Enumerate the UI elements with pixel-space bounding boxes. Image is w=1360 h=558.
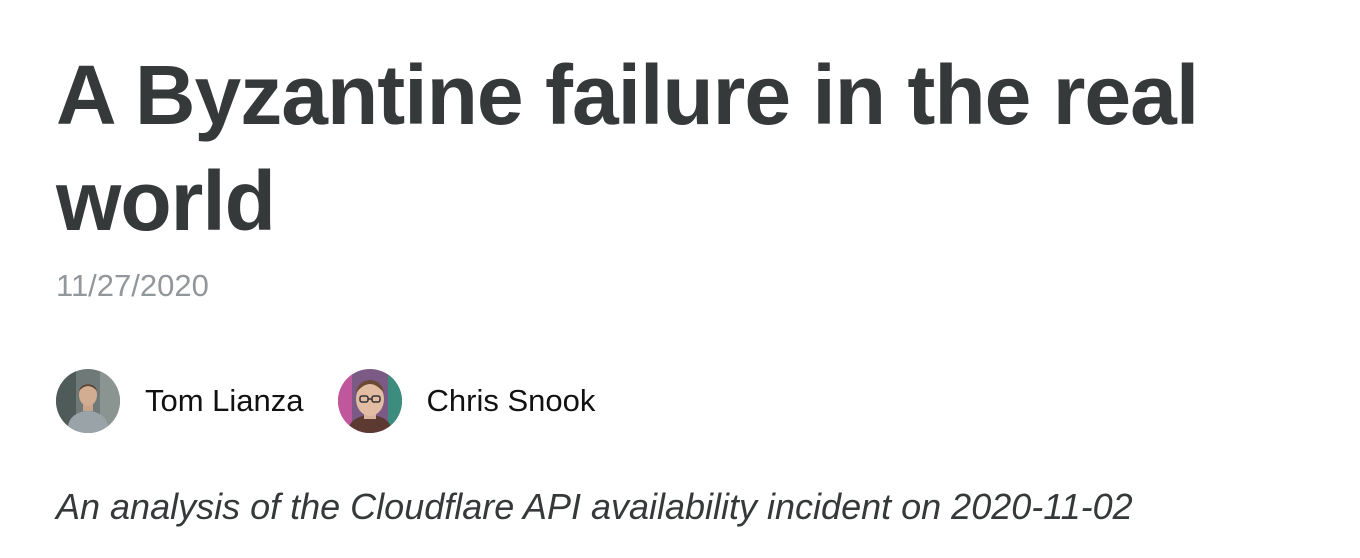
article-header: A Byzantine failure in the real world 11…: [56, 0, 1346, 527]
author-avatar-tom-lianza[interactable]: [56, 369, 120, 433]
author-chris-snook[interactable]: Chris Snook: [337, 369, 596, 433]
author-avatar-chris-snook[interactable]: [337, 369, 402, 433]
person-photo-icon: [337, 369, 402, 433]
author-list: Tom Lianza Chris Snook: [56, 369, 629, 433]
article-subtitle: An analysis of the Cloudflare API availa…: [56, 486, 1133, 527]
author-name-tom-lianza[interactable]: Tom Lianza: [145, 383, 304, 419]
author-tom-lianza[interactable]: Tom Lianza: [56, 369, 304, 433]
publish-date: 11/27/2020: [56, 268, 209, 303]
person-photo-icon: [56, 369, 120, 433]
page-title: A Byzantine failure in the real world: [56, 48, 1199, 248]
author-name-chris-snook[interactable]: Chris Snook: [427, 383, 596, 419]
